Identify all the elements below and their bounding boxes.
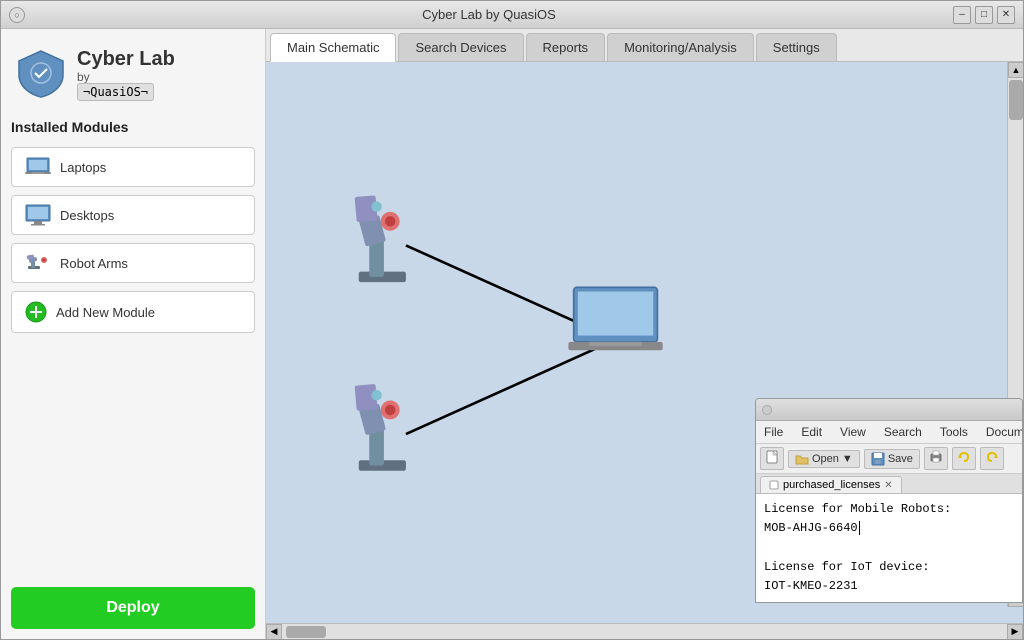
editor-line-2: MOB-AHJG-6640: [764, 519, 1014, 538]
window-title: Cyber Lab by QuasiOS: [422, 7, 556, 22]
main-content: Cyber Lab by ¬QuasiOS¬ Installed Modules: [1, 29, 1023, 639]
scroll-left-arrow[interactable]: ◀: [266, 624, 282, 640]
installed-modules-label: Installed Modules: [11, 115, 255, 139]
schematic-area: ▲ ▼ File Edit View Search: [266, 62, 1023, 623]
tab-reports[interactable]: Reports: [526, 33, 606, 61]
editor-line-3: [764, 538, 1014, 557]
scroll-right-arrow[interactable]: ▶: [1007, 624, 1023, 640]
desktops-label: Desktops: [60, 208, 114, 223]
tab-settings[interactable]: Settings: [756, 33, 837, 61]
module-robot-arms-button[interactable]: Robot Arms: [11, 243, 255, 283]
editor-tab-licenses[interactable]: purchased_licenses ✕: [760, 476, 902, 493]
save-icon: [871, 452, 885, 466]
close-button[interactable]: ✕: [997, 6, 1015, 24]
editor-titlebar: [756, 399, 1022, 421]
desktop-icon: [24, 204, 52, 226]
print-icon: [929, 450, 943, 464]
editor-line-5: IOT-KMEO-2231: [764, 577, 1014, 596]
horizontal-scrollbar[interactable]: ◀ ▶: [266, 623, 1023, 639]
editor-toolbar: Open ▼ Save: [756, 444, 1022, 474]
logo-text-area: Cyber Lab by ¬QuasiOS¬: [77, 48, 175, 99]
logo-shield-icon: [15, 47, 67, 99]
title-bar: ○ Cyber Lab by QuasiOS – □ ✕: [1, 1, 1023, 29]
menu-document[interactable]: Docum...: [982, 423, 1023, 441]
maximize-button[interactable]: □: [975, 6, 993, 24]
tab-main-schematic[interactable]: Main Schematic: [270, 33, 396, 62]
scroll-horizontal-thumb[interactable]: [286, 626, 326, 638]
file-tab-icon: [769, 480, 779, 490]
menu-edit[interactable]: Edit: [797, 423, 826, 441]
menu-search[interactable]: Search: [880, 423, 926, 441]
deploy-button[interactable]: Deploy: [11, 587, 255, 629]
sidebar: Cyber Lab by ¬QuasiOS¬ Installed Modules: [1, 29, 266, 639]
open-label: Open: [812, 453, 839, 465]
add-module-label: Add New Module: [56, 305, 155, 320]
module-laptops-button[interactable]: Laptops: [11, 147, 255, 187]
logo-cyber: Cyber: [77, 48, 139, 70]
logo-by: by: [77, 70, 175, 84]
title-bar-left: ○: [9, 7, 25, 23]
laptop-node: [568, 287, 662, 350]
editor-redo-btn[interactable]: [980, 447, 1004, 470]
robot-arms-label: Robot Arms: [60, 256, 128, 271]
tab-search-devices[interactable]: Search Devices: [398, 33, 523, 61]
menu-file[interactable]: File: [760, 423, 787, 441]
redo-icon: [985, 450, 999, 464]
title-bar-controls: – □ ✕: [953, 6, 1015, 24]
robot-arm-icon: [24, 252, 52, 274]
laptop-icon: [24, 156, 52, 178]
text-editor-window: File Edit View Search Tools Docum...: [755, 398, 1023, 603]
tab-bar: Main Schematic Search Devices Reports Mo…: [266, 29, 1023, 62]
laptops-label: Laptops: [60, 160, 106, 175]
robot-arm-1-node: [355, 195, 406, 282]
plus-icon: [24, 300, 48, 324]
open-dropdown-arrow: ▼: [842, 453, 853, 465]
editor-tab-label: purchased_licenses: [783, 479, 880, 491]
editor-tab-bar: purchased_licenses ✕: [756, 474, 1022, 494]
scroll-thumb[interactable]: [1009, 80, 1023, 120]
right-panel: Main Schematic Search Devices Reports Mo…: [266, 29, 1023, 639]
save-label: Save: [888, 453, 913, 465]
tab-monitoring[interactable]: Monitoring/Analysis: [607, 33, 754, 61]
editor-content[interactable]: License for Mobile Robots: MOB-AHJG-6640…: [756, 494, 1022, 602]
editor-line-4: License for IoT device:: [764, 558, 1014, 577]
add-module-button[interactable]: Add New Module: [11, 291, 255, 333]
editor-open-btn[interactable]: Open ▼: [788, 450, 860, 468]
minimize-button[interactable]: –: [953, 6, 971, 24]
editor-undo-btn[interactable]: [952, 447, 976, 470]
editor-menu-bar: File Edit View Search Tools Docum...: [756, 421, 1022, 444]
editor-dot: [762, 405, 772, 415]
menu-view[interactable]: View: [836, 423, 870, 441]
folder-icon: [795, 453, 809, 465]
editor-new-btn[interactable]: [760, 447, 784, 470]
window-dot-btn[interactable]: ○: [9, 7, 25, 23]
undo-icon: [957, 450, 971, 464]
logo-lab: Lab: [139, 48, 175, 70]
logo-title: Cyber Lab: [77, 48, 175, 70]
module-desktops-button[interactable]: Desktops: [11, 195, 255, 235]
scroll-up-arrow[interactable]: ▲: [1008, 62, 1023, 78]
logo-area: Cyber Lab by ¬QuasiOS¬: [11, 39, 255, 107]
editor-print-btn[interactable]: [924, 447, 948, 470]
editor-save-btn[interactable]: Save: [864, 449, 920, 469]
new-file-icon: [765, 450, 779, 464]
menu-tools[interactable]: Tools: [936, 423, 972, 441]
editor-tab-close[interactable]: ✕: [884, 480, 892, 491]
editor-line-1: License for Mobile Robots:: [764, 500, 1014, 519]
main-window: ○ Cyber Lab by QuasiOS – □ ✕ Cyber Lab: [0, 0, 1024, 640]
logo-brand: ¬QuasiOS¬: [77, 84, 175, 99]
robot-arm-2-node: [355, 384, 406, 471]
